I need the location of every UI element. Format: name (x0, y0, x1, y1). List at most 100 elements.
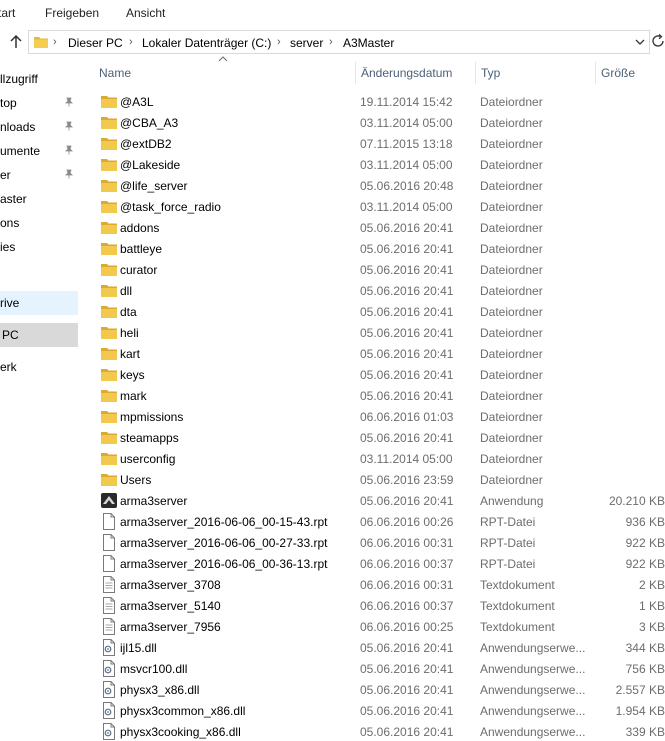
file-row[interactable]: arma3server_3708 06.06.2016 00:31 Textdoku… (94, 574, 665, 595)
breadcrumb-server[interactable]: server (290, 36, 323, 50)
nav-item-this-pc[interactable]: PC (0, 323, 78, 347)
file-name: @task_force_radio (120, 200, 221, 214)
nav-item-label: top (0, 96, 17, 110)
file-row[interactable]: msvcr100.dll 05.06.2016 20:41 Anwendungser… (94, 658, 665, 679)
file-size: 339 KB (625, 725, 665, 739)
file-row[interactable]: mark 05.06.2016 20:41 Dateiordner (94, 385, 665, 406)
nav-item-downloads[interactable]: nloads (0, 115, 78, 139)
column-header-type[interactable]: Typ (476, 60, 596, 86)
breadcrumb-a3master[interactable]: A3Master (343, 36, 394, 50)
file-row[interactable]: arma3server_5140 06.06.2016 00:37 Textdoku… (94, 595, 665, 616)
file-name: dll (120, 284, 133, 298)
file-row[interactable]: physx3cooking_x86.dll 05.06.2016 20:41 Anw… (94, 721, 665, 741)
file-row[interactable]: physx3_x86.dll 05.06.2016 20:41 Anwendungs… (94, 679, 665, 700)
chevron-down-icon[interactable] (635, 37, 645, 47)
folder-icon (100, 114, 118, 131)
file-date: 05.06.2016 23:59 (360, 473, 454, 487)
file-row[interactable]: @CBA_A3 03.11.2014 05:00 Dateiordner (94, 112, 665, 133)
file-row[interactable]: @task_force_radio 03.11.2014 05:00 Dateior… (94, 196, 665, 217)
file-row[interactable]: mpmissions 06.06.2016 01:03 Dateiordner (94, 406, 665, 427)
file-row[interactable]: dta 05.06.2016 20:41 Dateiordner (94, 301, 665, 322)
nav-item-desktop[interactable]: top (0, 91, 78, 115)
file-row[interactable]: ijl15.dll 05.06.2016 20:41 Anwendungserwe.… (94, 637, 665, 658)
file-row[interactable]: physx3common_x86.dll 05.06.2016 20:41 Anwe… (94, 700, 665, 721)
file-size: 344 KB (625, 641, 665, 655)
refresh-icon[interactable] (652, 34, 665, 48)
column-header-date[interactable]: Änderungsdatum (356, 60, 476, 86)
file-type: Dateiordner (480, 200, 543, 214)
file-name: @A3L (120, 95, 154, 109)
column-header-name[interactable]: Name (94, 60, 356, 86)
file-row[interactable]: battleye 05.06.2016 20:41 Dateiordner (94, 238, 665, 259)
file-name: arma3server_2016-06-06_00-27-33.rpt (120, 536, 328, 550)
folder-icon (100, 261, 118, 278)
chevron-right-icon[interactable]: › (129, 36, 133, 48)
nav-item-label: PC (2, 328, 19, 342)
file-type: Anwendungserwe... (480, 725, 586, 739)
file-row[interactable]: keys 05.06.2016 20:41 Dateiordner (94, 364, 665, 385)
text-file-icon (100, 618, 118, 635)
nav-item-a3master[interactable]: aster (0, 187, 78, 211)
file-row[interactable]: userconfig 03.11.2014 05:00 Dateiordner (94, 448, 665, 469)
address-bar[interactable]: › Dieser PC › Lokaler Datenträger (C:) ›… (28, 30, 650, 54)
file-row[interactable]: curator 05.06.2016 20:41 Dateiordner (94, 259, 665, 280)
file-name: msvcr100.dll (120, 662, 188, 676)
file-row[interactable]: @Lakeside 03.11.2014 05:00 Dateiordner (94, 154, 665, 175)
file-name: arma3server_2016-06-06_00-36-13.rpt (120, 557, 328, 571)
file-row[interactable]: Users 05.06.2016 23:59 Dateiordner (94, 469, 665, 490)
file-row[interactable]: addons 05.06.2016 20:41 Dateiordner (94, 217, 665, 238)
file-row[interactable]: dll 05.06.2016 20:41 Dateiordner (94, 280, 665, 301)
folder-icon (100, 387, 118, 404)
file-row[interactable]: steamapps 05.06.2016 20:41 Dateiordner (94, 427, 665, 448)
nav-item-pictures[interactable]: er (0, 163, 78, 187)
up-button[interactable] (6, 32, 26, 52)
nav-item-documents[interactable]: umente (0, 139, 78, 163)
folder-icon (34, 37, 48, 48)
file-date: 05.06.2016 20:41 (360, 326, 454, 340)
file-type: Anwendungserwe... (480, 704, 586, 718)
dll-icon (100, 660, 118, 677)
file-name: physx3common_x86.dll (120, 704, 246, 718)
chevron-right-icon[interactable]: › (53, 36, 57, 48)
file-size: 936 KB (625, 515, 665, 529)
file-row[interactable]: @life_server 05.06.2016 20:48 Dateiordner (94, 175, 665, 196)
nav-item-onedrive[interactable]: rive (0, 291, 78, 315)
ribbon-tab-start[interactable]: tart (0, 6, 15, 20)
file-name: heli (120, 326, 139, 340)
nav-item-addons[interactable]: ons (0, 211, 78, 235)
file-date: 05.06.2016 20:41 (360, 284, 454, 298)
file-list: Name Änderungsdatum Typ Größe @A3L 19.11.… (94, 56, 665, 741)
file-icon (100, 513, 118, 530)
folder-icon (100, 450, 118, 467)
file-date: 03.11.2014 05:00 (360, 452, 453, 466)
chevron-right-icon[interactable]: › (277, 36, 281, 48)
file-row[interactable]: @extDB2 07.11.2015 13:18 Dateiordner (94, 133, 665, 154)
nav-item-network[interactable]: erk (0, 355, 78, 379)
ribbon-tab-view[interactable]: Ansicht (126, 6, 165, 20)
file-row[interactable]: arma3server_2016-06-06_00-15-43.rpt 06.06… (94, 511, 665, 532)
file-row[interactable]: arma3server_2016-06-06_00-27-33.rpt 06.06… (94, 532, 665, 553)
file-type: Dateiordner (480, 95, 543, 109)
file-row[interactable]: @A3L 19.11.2014 15:42 Dateiordner (94, 91, 665, 112)
file-row[interactable]: arma3server_2016-06-06_00-36-13.rpt 06.06… (94, 553, 665, 574)
folder-icon (100, 471, 118, 488)
file-date: 03.11.2014 05:00 (360, 200, 453, 214)
nav-item-label: aster (0, 192, 27, 206)
file-row[interactable]: kart 05.06.2016 20:41 Dateiordner (94, 343, 665, 364)
file-name: physx3_x86.dll (120, 683, 200, 697)
column-header-size[interactable]: Größe (596, 60, 665, 86)
file-row[interactable]: heli 05.06.2016 20:41 Dateiordner (94, 322, 665, 343)
nav-item-movies[interactable]: ies (0, 235, 78, 259)
nav-item-quick-access[interactable]: llzugriff (0, 67, 78, 91)
file-date: 05.06.2016 20:41 (360, 347, 454, 361)
file-date: 06.06.2016 01:03 (360, 410, 454, 424)
folder-icon (100, 303, 118, 320)
ribbon-tab-share[interactable]: Freigeben (45, 6, 99, 20)
breadcrumb-this-pc[interactable]: Dieser PC (68, 36, 123, 50)
chevron-right-icon[interactable]: › (329, 36, 333, 48)
file-type: Dateiordner (480, 326, 543, 340)
file-row[interactable]: arma3server 05.06.2016 20:41 Anwendung 20.2… (94, 490, 665, 511)
breadcrumb-local-disk[interactable]: Lokaler Datenträger (C:) (142, 36, 271, 50)
file-date: 05.06.2016 20:41 (360, 221, 454, 235)
file-row[interactable]: arma3server_7956 06.06.2016 00:25 Textdoku… (94, 616, 665, 637)
